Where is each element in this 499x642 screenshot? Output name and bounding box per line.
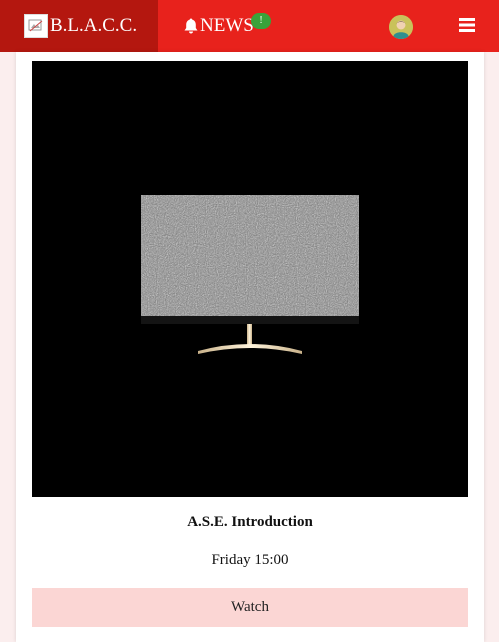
brand-label: B.L.A.C.C. [50,15,138,36]
hamburger-menu-icon[interactable] [459,17,475,33]
video-title: A.S.E. Introduction [187,514,313,530]
user-avatar-icon[interactable] [389,15,413,39]
top-navbar: B.L.A.C.C. NEWS ! [0,0,499,52]
broken-image-icon [24,14,48,38]
news-label: NEWS [200,15,254,36]
video-card: A.S.E. Introduction Friday 15:00 Watch [16,52,484,642]
watch-button[interactable]: Watch [32,588,468,627]
bell-icon [182,17,200,35]
video-thumbnail[interactable] [32,61,468,497]
tv-static-icon [32,61,468,497]
video-schedule-time: Friday 15:00 [211,552,289,568]
news-badge: ! [251,13,271,29]
brand-link[interactable]: B.L.A.C.C. [0,0,158,52]
news-link[interactable]: NEWS ! [182,0,271,52]
